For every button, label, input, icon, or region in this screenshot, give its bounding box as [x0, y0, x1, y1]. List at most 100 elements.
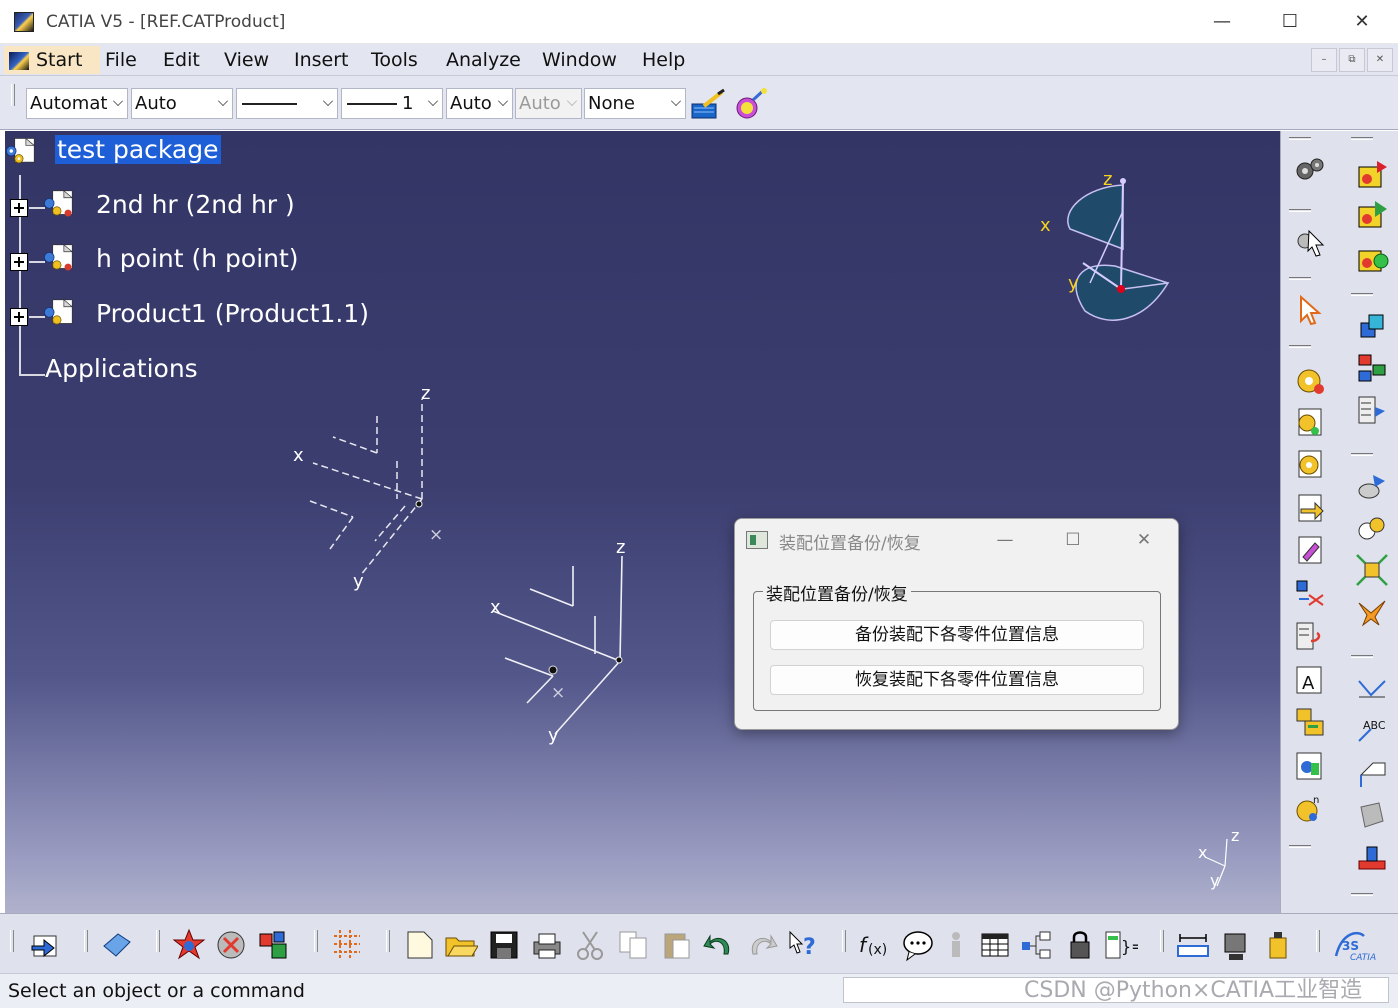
- dialog-minimize-button[interactable]: —: [985, 527, 1025, 553]
- toolbar-grip[interactable]: [11, 84, 15, 106]
- snap-icon[interactable]: [1355, 469, 1389, 503]
- menu-help[interactable]: Help: [642, 49, 685, 71]
- toolbar-grip[interactable]: [842, 930, 846, 952]
- linetype-auto-combo[interactable]: Auto: [446, 88, 513, 119]
- toolbar-grip[interactable]: [386, 930, 390, 952]
- manipulation-icon[interactable]: [1355, 351, 1389, 385]
- reorder-icon[interactable]: [1355, 393, 1389, 427]
- save-icon[interactable]: [487, 928, 521, 962]
- print-icon[interactable]: [530, 928, 564, 962]
- component-icon[interactable]: [43, 186, 75, 222]
- whats-this-help-icon[interactable]: ?: [788, 928, 822, 962]
- dialog-close-button[interactable]: ✕: [1124, 527, 1164, 553]
- compass-icon[interactable]: [1045, 171, 1185, 331]
- menu-insert[interactable]: Insert: [294, 49, 349, 71]
- cut-icon[interactable]: [573, 928, 607, 962]
- existing-component-positioning-icon[interactable]: [1355, 197, 1389, 231]
- text-abc-icon[interactable]: ABC: [1355, 713, 1389, 747]
- gear-settings-icon[interactable]: [1293, 447, 1327, 481]
- catalog-gears-icon[interactable]: [1293, 153, 1327, 187]
- flag-note-icon[interactable]: [1355, 755, 1389, 789]
- toolbar-grip[interactable]: [84, 930, 88, 952]
- list-swap-icon[interactable]: [1293, 619, 1327, 653]
- update-icon[interactable]: [28, 928, 62, 962]
- replace-component-icon[interactable]: [1355, 241, 1389, 275]
- toolbar-grip[interactable]: [1316, 930, 1320, 952]
- dialog-maximize-button[interactable]: ☐: [1053, 527, 1093, 553]
- close-button[interactable]: ✕: [1340, 8, 1384, 36]
- existing-component-icon[interactable]: [1355, 157, 1389, 191]
- mdi-close-button[interactable]: ✕: [1367, 48, 1393, 72]
- sectioning-icon[interactable]: [256, 928, 290, 962]
- minimize-button[interactable]: —: [1200, 8, 1244, 36]
- parameter-icon[interactable]: }=: [1104, 928, 1138, 962]
- copy-icon[interactable]: [616, 928, 650, 962]
- measure-inertia-icon[interactable]: [1262, 928, 1296, 962]
- line-type-combo[interactable]: [236, 88, 338, 119]
- tree-reorder-icon[interactable]: [1293, 705, 1327, 739]
- mdi-minimize-button[interactable]: –: [1311, 48, 1337, 72]
- format-painter-icon[interactable]: [690, 88, 726, 122]
- formula-icon[interactable]: f (x): [858, 928, 892, 962]
- product-root-icon[interactable]: [5, 133, 37, 169]
- fast-multi-instantiation-icon[interactable]: [1355, 309, 1389, 343]
- axis-system-1[interactable]: [285, 381, 485, 591]
- split-transform-icon[interactable]: [1293, 577, 1327, 611]
- catalog-book-icon[interactable]: [100, 928, 134, 962]
- view-gray-icon[interactable]: [1355, 797, 1389, 831]
- text-annotation-icon[interactable]: A: [1293, 663, 1327, 697]
- constraint-gear-icon[interactable]: [1293, 363, 1327, 397]
- toolbar-grip[interactable]: [1160, 930, 1164, 952]
- comment-icon[interactable]: [901, 928, 935, 962]
- axis-system-2[interactable]: [485, 536, 645, 736]
- toolbar-grip[interactable]: [156, 930, 160, 952]
- tree-root-label[interactable]: test package: [55, 135, 221, 164]
- component-icon[interactable]: [43, 240, 75, 276]
- edit-sketch-icon[interactable]: [1293, 533, 1327, 567]
- layer-combo[interactable]: None: [584, 88, 686, 119]
- design-table-icon[interactable]: [978, 928, 1012, 962]
- properties-wizard-icon[interactable]: [733, 86, 769, 122]
- restore-positions-button[interactable]: 恢复装配下各零件位置信息: [770, 665, 1144, 695]
- tree-item-label[interactable]: Product1 (Product1.1): [96, 299, 369, 328]
- component-icon[interactable]: [43, 295, 75, 331]
- measure-item-icon[interactable]: [1219, 928, 1253, 962]
- paste-icon[interactable]: [659, 928, 693, 962]
- toolbar-grip[interactable]: [314, 930, 318, 952]
- toolbar-grip[interactable]: [10, 930, 14, 952]
- transparency-combo[interactable]: Auto: [131, 88, 233, 119]
- select-arrow-icon[interactable]: [1293, 293, 1327, 327]
- backup-positions-button[interactable]: 备份装配下各零件位置信息: [770, 620, 1144, 650]
- expand-icon[interactable]: [10, 253, 28, 271]
- undo-icon[interactable]: [702, 928, 736, 962]
- lock-icon[interactable]: [1063, 928, 1097, 962]
- measure-between-icon[interactable]: [1176, 928, 1210, 962]
- open-folder-icon[interactable]: [444, 928, 478, 962]
- maximize-button[interactable]: ☐: [1268, 8, 1312, 36]
- publication-icon[interactable]: [1293, 749, 1327, 783]
- clash-icon[interactable]: [214, 928, 248, 962]
- line-thickness-combo[interactable]: 1: [341, 88, 443, 119]
- renumber-icon[interactable]: n: [1293, 791, 1327, 825]
- menu-tools[interactable]: Tools: [371, 49, 418, 71]
- color-combo[interactable]: Automat: [26, 88, 128, 119]
- dialog-title-bar[interactable]: 装配位置备份/恢复 — ☐ ✕: [735, 519, 1178, 561]
- weld-symbol-icon[interactable]: [1355, 671, 1389, 705]
- menu-start[interactable]: Start: [4, 46, 100, 74]
- hierarchy-icon[interactable]: [1020, 928, 1054, 962]
- redo-icon[interactable]: [745, 928, 779, 962]
- product-gear-icon[interactable]: [1293, 405, 1327, 439]
- fit-all-in-icon[interactable]: [1355, 553, 1389, 587]
- menu-edit[interactable]: Edit: [163, 49, 200, 71]
- stamp-icon[interactable]: [1355, 839, 1389, 873]
- import-icon[interactable]: [1293, 491, 1327, 525]
- menu-analyze[interactable]: Analyze: [446, 49, 521, 71]
- menu-window[interactable]: Window: [542, 49, 617, 71]
- expand-icon[interactable]: [10, 199, 28, 217]
- tree-item-label[interactable]: 2nd hr (2nd hr ): [96, 190, 295, 219]
- mdi-restore-button[interactable]: ⧉: [1339, 48, 1365, 72]
- knowledge-icon[interactable]: [944, 928, 978, 962]
- tree-applications-label[interactable]: Applications: [45, 354, 198, 383]
- explode-star-icon[interactable]: [172, 928, 206, 962]
- menu-file[interactable]: File: [105, 49, 137, 71]
